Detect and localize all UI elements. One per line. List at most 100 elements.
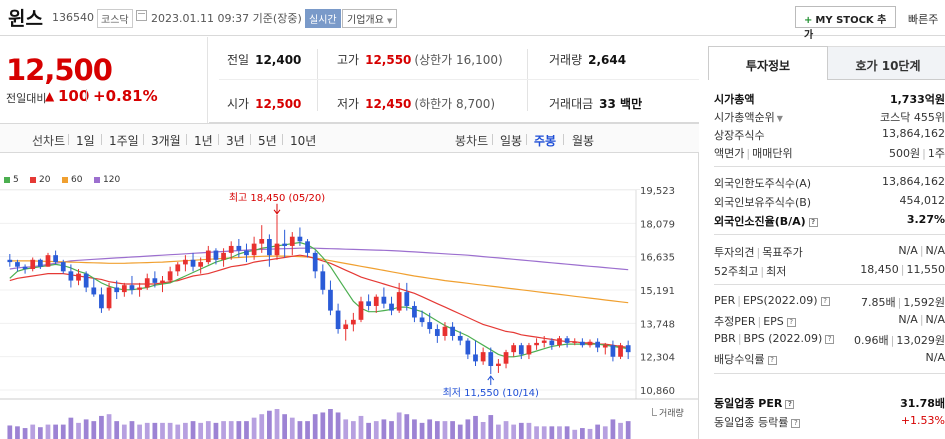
help-icon[interactable]: ?	[808, 218, 818, 227]
volume-bar	[473, 415, 478, 439]
foreign-hold-row: 외국인보유주식수(B) 454,012	[714, 194, 945, 210]
low-cell: 저가 12,450 (하한가 8,700)	[337, 95, 495, 112]
w52-high-value: 18,450	[860, 263, 899, 276]
tab-order-book[interactable]: 호가 10단계	[828, 46, 945, 80]
divider	[714, 234, 945, 235]
volume-bar	[114, 421, 120, 439]
candle-body	[473, 354, 478, 362]
add-mystock-button[interactable]: + MY STOCK 추가	[795, 6, 896, 41]
help-icon[interactable]: ?	[820, 297, 830, 306]
candle-body	[328, 289, 333, 311]
volume-bar	[198, 422, 204, 439]
volume-label: 거래량	[659, 409, 684, 419]
realtime-button[interactable]: 실시간	[305, 9, 341, 28]
candle-monthly[interactable]: 월봉	[572, 132, 594, 149]
volume-cell: 거래량 2,644	[549, 51, 626, 68]
candle-body	[190, 259, 196, 267]
period-3y[interactable]: 3년	[226, 132, 245, 149]
volume-bar	[183, 422, 188, 439]
volume-bar	[7, 425, 13, 439]
divider	[526, 134, 527, 145]
candle-body	[396, 292, 402, 311]
period-10y[interactable]: 10년	[290, 132, 316, 149]
candle-body	[114, 287, 120, 293]
volume-bar	[343, 419, 349, 439]
candle-weekly[interactable]: 주봉	[534, 132, 556, 149]
market-cap-rank-label: 시가총액순위 ▼	[714, 109, 783, 125]
dividend-row: 배당수익률? N/A	[714, 351, 945, 367]
bps-value: 13,029원	[896, 334, 945, 347]
volume-bar	[251, 417, 257, 439]
period-3m[interactable]: 3개월	[151, 132, 181, 149]
foreign-ratio-row: 외국인소진율(B/A)? 3.27%	[714, 213, 945, 229]
shares-label: 상장주식수	[714, 129, 765, 142]
help-icon[interactable]: ?	[791, 419, 801, 428]
pbr-value: 0.96배	[854, 334, 889, 347]
candle-body	[221, 252, 226, 260]
divider	[282, 134, 283, 145]
candle-body	[160, 280, 165, 283]
volume-bar	[419, 422, 425, 439]
period-1w[interactable]: 1주일	[109, 132, 139, 149]
separator: |	[890, 334, 895, 347]
help-icon[interactable]: ?	[785, 400, 795, 409]
period-1y[interactable]: 1년	[194, 132, 213, 149]
foreign-ratio-label-group: 외국인소진율(B/A)?	[714, 213, 818, 229]
stock-chart[interactable]: 5 20 60 120 19,523 18,079 16,635 15,191 13,7…	[0, 153, 699, 439]
separator: |	[900, 263, 905, 276]
volume-bar	[328, 409, 333, 439]
foreign-ratio-label: 외국인소진율(B/A)	[714, 215, 806, 228]
candle-body	[389, 303, 394, 311]
sector-per-label: 동일업종 PER	[714, 397, 783, 410]
stock-name: 윈스	[8, 8, 43, 30]
volume-bar	[572, 429, 578, 439]
trade-unit-value: 1주	[927, 147, 945, 160]
candle-body	[450, 326, 455, 336]
w52-low-label: 최저	[766, 265, 787, 278]
volume-bar	[236, 421, 242, 439]
sector-change-row: 동일업종 등락률? +1.53%	[714, 414, 945, 430]
divider	[250, 134, 251, 145]
candle-body	[236, 245, 242, 251]
help-icon[interactable]: ?	[786, 318, 796, 327]
volume-bar	[625, 421, 631, 439]
opinion-value-group: N/A | N/A	[898, 244, 945, 257]
volume-bar	[564, 426, 570, 439]
help-icon[interactable]: ?	[767, 356, 777, 365]
candle-body	[320, 271, 326, 290]
separator: |	[746, 147, 751, 160]
per-row: PER | EPS(2022.09)? 7.85배 | 1,592원	[714, 294, 945, 310]
candle-body	[381, 296, 387, 304]
candle-body	[366, 301, 371, 306]
candle-body	[580, 341, 585, 346]
company-overview-dropdown[interactable]: 기업개요 ▼	[342, 9, 398, 28]
period-1d[interactable]: 1일	[76, 132, 95, 149]
help-icon[interactable]: ?	[825, 335, 835, 344]
candle-body	[488, 352, 494, 366]
candle-body	[312, 252, 318, 272]
tab-investment-info[interactable]: 투자정보	[708, 46, 828, 80]
prev-close-label: 전일	[227, 53, 250, 67]
eps-value: 1,592원	[903, 296, 945, 309]
volume-bar	[91, 421, 97, 439]
dividend-label: 배당수익률	[714, 353, 765, 366]
candle-body	[358, 301, 364, 320]
high-label: 고가	[337, 53, 360, 67]
candle-body	[152, 278, 158, 283]
separator: |	[919, 313, 924, 326]
quick-order-link[interactable]: 빠른주	[908, 11, 938, 27]
stock-header: 윈스 136540 코스닥 2023.01.11 09:37 기준(장중) 실시…	[0, 0, 945, 41]
volume-bar	[350, 421, 356, 439]
candle-body	[427, 322, 433, 330]
chevron-down-icon[interactable]: ▼	[777, 114, 783, 123]
volume-bar	[274, 409, 280, 439]
w52-row: 52주최고 | 최저 18,450 | 11,550	[714, 263, 945, 279]
volume-bar	[503, 421, 509, 439]
volume-axis-label: 거래량	[652, 406, 684, 419]
volume-bar	[244, 421, 249, 439]
candle-body	[496, 363, 501, 366]
opinion-label-group: 투자의견 | 목표주가	[714, 244, 803, 260]
period-5y[interactable]: 5년	[258, 132, 277, 149]
candle-daily[interactable]: 일봉	[500, 132, 522, 149]
volume-bar	[610, 419, 616, 439]
